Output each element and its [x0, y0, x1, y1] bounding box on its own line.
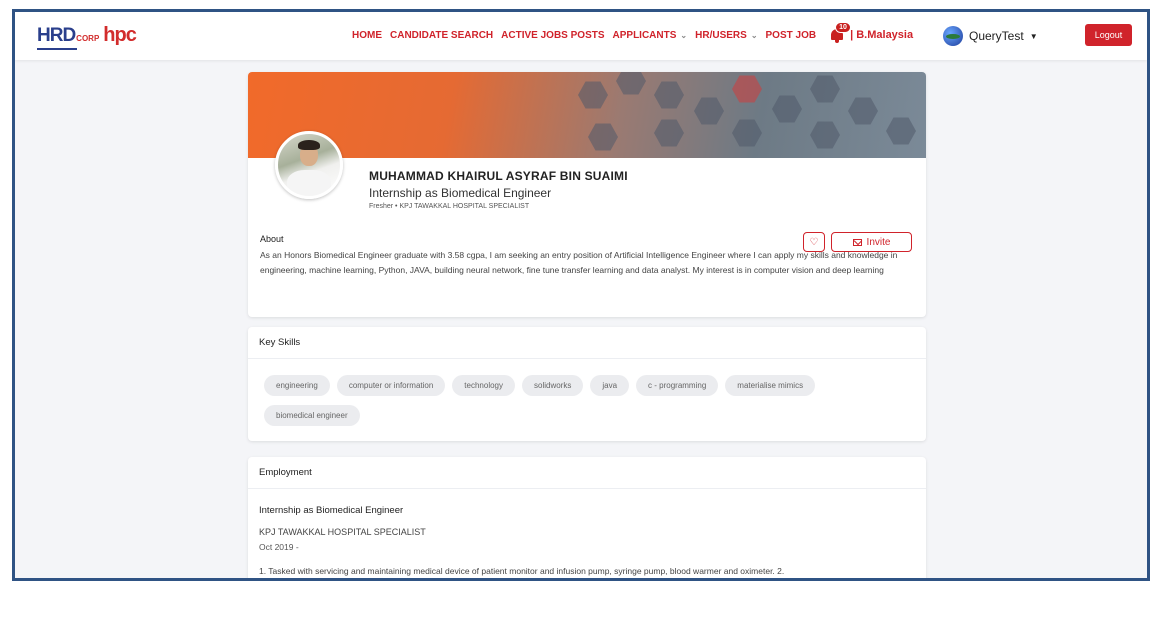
- key-skills-heading: Key Skills: [248, 327, 926, 359]
- about-heading: About: [260, 234, 284, 244]
- profile-banner: [248, 72, 926, 158]
- employment-date: Oct 2019 -: [259, 542, 299, 552]
- hrdcorp-logo[interactable]: HRDCORP hpc: [37, 24, 137, 50]
- employment-card: Employment Internship as Biomedical Engi…: [248, 457, 926, 578]
- invite-label: Invite: [866, 236, 891, 248]
- candidate-subtitle: Fresher • KPJ TAWAKKAL HOSPITAL SPECIALI…: [369, 203, 530, 210]
- nav-post-job[interactable]: POST JOB: [766, 30, 817, 41]
- nav-hr-users[interactable]: HR/USERS ⌄: [695, 30, 757, 41]
- globe-avatar-icon: [943, 26, 963, 46]
- logout-button[interactable]: Logout: [1085, 24, 1132, 46]
- skills-list: engineering computer or information tech…: [264, 375, 904, 426]
- skill-chip: technology: [452, 375, 515, 396]
- nav-candidate-search[interactable]: CANDIDATE SEARCH: [390, 30, 493, 41]
- profile-avatar: [275, 131, 343, 199]
- user-name: QueryTest: [969, 29, 1024, 43]
- skill-chip: c - programming: [636, 375, 719, 396]
- notification-bell-icon[interactable]: 10: [830, 22, 851, 43]
- employment-company: KPJ TAWAKKAL HOSPITAL SPECIALIST: [259, 527, 426, 537]
- key-skills-card: Key Skills engineering computer or infor…: [248, 327, 926, 441]
- skill-chip: biomedical engineer: [264, 405, 360, 426]
- country-label: | B.Malaysia: [850, 29, 914, 41]
- chevron-down-icon: ⌄: [680, 30, 688, 40]
- skill-chip: solidworks: [522, 375, 584, 396]
- profile-card: MUHAMMAD KHAIRUL ASYRAF BIN SUAIMI Inter…: [248, 72, 926, 317]
- candidate-title: Internship as Biomedical Engineer: [369, 186, 552, 200]
- skill-chip: computer or information: [336, 375, 446, 396]
- notification-count-badge: 10: [835, 22, 851, 33]
- hpc-logo-text: hpc: [103, 24, 137, 46]
- employment-description: 1. Tasked with servicing and maintaining…: [259, 566, 785, 576]
- employment-heading: Employment: [248, 457, 926, 489]
- caret-down-icon: ▼: [1029, 31, 1038, 41]
- nav-home[interactable]: HOME: [352, 30, 382, 41]
- mail-icon: [852, 238, 862, 246]
- browser-frame: HRDCORP hpc HOME CANDIDATE SEARCH ACTIVE…: [12, 9, 1150, 581]
- skill-chip: materialise mimics: [725, 375, 816, 396]
- candidate-name: MUHAMMAD KHAIRUL ASYRAF BIN SUAIMI: [369, 169, 628, 183]
- nav-applicants[interactable]: APPLICANTS ⌄: [613, 30, 688, 41]
- hrd-logo-text: HRDCORP: [37, 25, 99, 50]
- employment-job-title: Internship as Biomedical Engineer: [259, 505, 404, 516]
- about-text: As an Honors Biomedical Engineer graduat…: [260, 250, 898, 275]
- main-nav: HOME CANDIDATE SEARCH ACTIVE JOBS POSTS …: [352, 22, 914, 43]
- skill-chip: java: [590, 375, 630, 396]
- chevron-down-icon: ⌄: [750, 30, 758, 40]
- user-menu[interactable]: QueryTest ▼: [943, 26, 1038, 46]
- nav-active-jobs-posts[interactable]: ACTIVE JOBS POSTS: [501, 30, 604, 41]
- heart-icon: ♡: [809, 236, 819, 248]
- skill-chip: engineering: [264, 375, 330, 396]
- top-navbar: HRDCORP hpc HOME CANDIDATE SEARCH ACTIVE…: [15, 12, 1147, 60]
